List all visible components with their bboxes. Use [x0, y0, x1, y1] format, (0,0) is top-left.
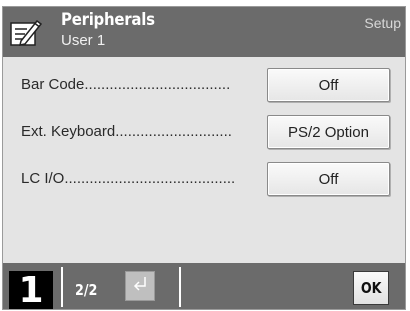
footer-bar: 1 2/2 OK	[3, 263, 405, 309]
setting-label: LC I/O..................................…	[21, 170, 236, 187]
user-number-badge[interactable]: 1	[9, 271, 53, 309]
divider	[179, 267, 181, 307]
return-arrow-button[interactable]	[125, 271, 155, 301]
setting-row-ext-keyboard: Ext. Keyboard...........................…	[3, 113, 405, 153]
setting-label: Ext. Keyboard...........................…	[21, 123, 232, 140]
title-bar: Peripherals User 1 Setup	[3, 7, 405, 57]
edit-settings-icon	[9, 17, 43, 49]
ext-keyboard-value-button[interactable]: PS/2 Option	[267, 115, 390, 149]
setting-row-bar-code: Bar Code................................…	[3, 66, 405, 106]
page-title: Peripherals	[61, 10, 155, 30]
lc-io-value-button[interactable]: Off	[267, 162, 390, 196]
divider	[61, 267, 63, 307]
return-arrow-icon	[130, 274, 150, 299]
bar-code-value-button[interactable]: Off	[267, 68, 390, 102]
setting-label: Bar Code................................…	[21, 76, 231, 93]
terminal-screen: Peripherals User 1 Setup Bar Code.......…	[2, 6, 406, 310]
ok-label: OK	[360, 279, 382, 297]
user-label: User 1	[61, 32, 106, 49]
context-label: Setup	[364, 15, 401, 31]
ok-button[interactable]: OK	[353, 271, 389, 305]
page-indicator: 2/2	[75, 281, 98, 299]
setting-row-lc-io: LC I/O..................................…	[3, 160, 405, 200]
